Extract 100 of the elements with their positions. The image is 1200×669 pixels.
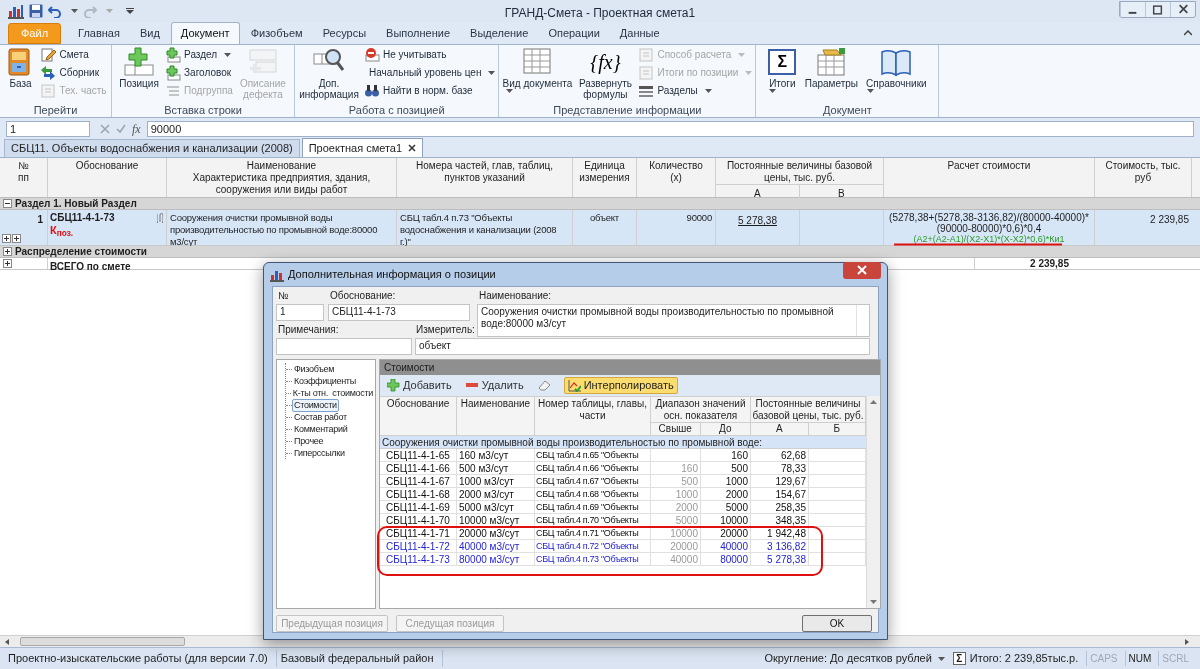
dialog-button[interactable]: OK bbox=[802, 615, 872, 632]
column-header[interactable]: Наименование Характеристика предприятия, здания, сооружения или виды работ bbox=[167, 158, 397, 197]
table-row[interactable]: СБЦ11-4-1-69 5000 м3/сут СБЦ табл.4 п.69 "Объекты 2000 5000 258,35 bbox=[380, 501, 866, 514]
column-header[interactable]: Постоянные величины базовой цены, тыс. руб. bbox=[751, 397, 865, 423]
tree-item[interactable]: Коэффициенты bbox=[292, 374, 358, 388]
customize-icon[interactable] bbox=[126, 8, 134, 14]
table-row[interactable] bbox=[0, 210, 1200, 246]
table-row[interactable]: СБЦ11-4-1-67 1000 м3/сут СБЦ табл.4 п.67 "Объекты 500 1000 129,67 bbox=[380, 475, 866, 488]
cell-reference-field[interactable]: 1 bbox=[6, 121, 90, 137]
column-header[interactable]: До bbox=[700, 423, 750, 435]
table-row[interactable]: СБЦ11-4-1-70 10000 м3/сут СБЦ табл.4 п.70 "Объекты 5000 10000 348,35 bbox=[380, 514, 866, 527]
ribbon-tab[interactable]: Операции bbox=[539, 23, 609, 44]
close-button[interactable] bbox=[843, 262, 881, 279]
ribbon-button[interactable]: База bbox=[4, 46, 37, 89]
input-field[interactable] bbox=[276, 338, 412, 355]
column-header[interactable]: В bbox=[799, 185, 883, 201]
column-header[interactable]: Диапазон значений осн. показателя bbox=[651, 397, 750, 423]
expand-icon[interactable] bbox=[3, 259, 12, 268]
column-header[interactable]: Наименование bbox=[457, 397, 535, 435]
ribbon-button[interactable]: Доп. информация bbox=[298, 46, 360, 100]
vertical-scrollbar[interactable] bbox=[866, 396, 880, 608]
column-header[interactable]: Обоснование bbox=[48, 158, 167, 197]
ribbon-button[interactable]: Смета bbox=[40, 46, 107, 63]
ribbon-button[interactable]: Начальный уровень цен bbox=[364, 64, 496, 81]
expand-icon[interactable] bbox=[12, 234, 21, 243]
tree-item[interactable]: К-ты отн. стоимости bbox=[290, 386, 375, 400]
scroll-up-icon[interactable] bbox=[870, 400, 877, 404]
document-tab[interactable]: СБЦ11. Объекты водоснабжения и канализации (2008) bbox=[4, 139, 300, 157]
column-header[interactable]: Единица измерения bbox=[573, 158, 637, 197]
field-label: Измеритель: bbox=[415, 323, 476, 337]
toolbar-button[interactable]: Добавить bbox=[383, 377, 456, 394]
ribbon-tab[interactable]: Физобъем bbox=[241, 23, 312, 44]
ribbon-button[interactable]: Раздел bbox=[165, 46, 233, 63]
save-icon[interactable] bbox=[29, 4, 43, 18]
scroll-down-icon[interactable] bbox=[870, 600, 877, 604]
expand-icon[interactable] bbox=[3, 247, 12, 256]
column-header[interactable]: Постоянные величины базовой цены, тыс. руб. bbox=[716, 158, 883, 185]
ribbon-button[interactable]: {fx} Развернуть формулы bbox=[576, 46, 635, 100]
ribbon-button[interactable]: Позиция bbox=[117, 46, 162, 89]
sum-button[interactable]: Σ bbox=[952, 652, 966, 665]
column-header[interactable]: Стоимость, тыс. руб bbox=[1095, 158, 1192, 197]
tree-item[interactable]: Состав работ bbox=[292, 410, 349, 424]
toolbar-button[interactable]: Удалить bbox=[461, 377, 528, 394]
tree-item[interactable]: Стоимости bbox=[292, 398, 339, 412]
ribbon-button[interactable]: Справочники bbox=[863, 46, 930, 93]
tree-item[interactable]: Комментарий bbox=[292, 422, 350, 436]
column-header[interactable]: А bbox=[751, 423, 809, 435]
table-row[interactable]: СБЦ11-4-1-71 20000 м3/сут СБЦ табл.4 п.71 "Объекты 10000 20000 1 942,48 bbox=[380, 527, 866, 540]
ribbon-tab[interactable]: Данные bbox=[610, 23, 669, 44]
column-header[interactable]: Обоснование bbox=[380, 397, 457, 435]
column-header[interactable]: Количество (x) bbox=[637, 158, 716, 197]
ribbon-tab[interactable]: Выделение bbox=[461, 23, 538, 44]
function-button[interactable]: fx bbox=[132, 120, 141, 138]
formula-field[interactable]: 90000 bbox=[146, 121, 1194, 137]
table-row[interactable]: СБЦ11-4-1-68 2000 м3/сут СБЦ табл.4 п.68 "Объекты 1000 2000 154,67 bbox=[380, 488, 866, 501]
tree-item[interactable]: Физобъем bbox=[292, 362, 337, 376]
expand-icon[interactable] bbox=[2, 234, 11, 243]
ribbon-tab[interactable]: Документ bbox=[170, 22, 240, 44]
input-field[interactable]: 1 bbox=[276, 304, 324, 321]
table-row[interactable]: СБЦ11-4-1-65 160 м3/сут СБЦ табл.4 п.65 "Объекты 160 62,68 bbox=[380, 449, 866, 462]
ribbon-collapse-icon[interactable] bbox=[1184, 30, 1192, 36]
scrollbar-thumb[interactable] bbox=[20, 637, 185, 646]
table-row[interactable]: СБЦ11-4-1-73 80000 м3/сут СБЦ табл.4 п.73 "Объекты 40000 80000 5 278,38 bbox=[380, 553, 866, 566]
table-cell: 20000 м3/сут bbox=[459, 528, 520, 539]
tree-item[interactable]: Прочее bbox=[292, 434, 326, 448]
input-field[interactable]: СБЦ11-4-1-73 bbox=[328, 304, 470, 321]
text-area[interactable]: Сооружения очистки промывной воды производительностью по промывной воде:80000 м3/сут bbox=[477, 304, 870, 337]
ribbon-button[interactable]: Не учитывать bbox=[364, 46, 496, 63]
collapse-icon[interactable] bbox=[3, 199, 12, 208]
section-title: Распределение стоимости bbox=[15, 246, 148, 257]
ribbon-tab[interactable]: Главная bbox=[69, 23, 129, 44]
input-field[interactable]: объект bbox=[415, 338, 870, 355]
ribbon-tab[interactable]: Ресурсы bbox=[313, 23, 376, 44]
ribbon-button[interactable]: Найти в норм. базе bbox=[364, 82, 496, 99]
column-header[interactable]: Свыше bbox=[651, 423, 701, 435]
column-header[interactable]: № пп bbox=[0, 158, 48, 197]
ribbon-button[interactable]: Заголовок bbox=[165, 64, 233, 81]
table-cell: 40000 bbox=[720, 541, 748, 552]
toolbar-button[interactable]: Интерполировать bbox=[563, 377, 678, 394]
rounding-dropdown[interactable]: Округление: До десятков рублей bbox=[764, 650, 949, 667]
column-header[interactable]: Расчет стоимости bbox=[884, 158, 1095, 197]
ribbon-tab[interactable]: Выполнение bbox=[377, 23, 460, 44]
undo-icon[interactable] bbox=[48, 4, 62, 18]
column-header[interactable]: Номер таблицы, главы, части bbox=[535, 397, 651, 435]
table-cell: СБЦ табл.4 п.72 "Объекты bbox=[536, 541, 639, 551]
check-icon[interactable] bbox=[116, 124, 126, 134]
table-cell: 40000 bbox=[670, 554, 698, 565]
tree-item[interactable]: Гиперссылки bbox=[292, 446, 347, 460]
ribbon-button[interactable]: Параметры bbox=[803, 46, 860, 89]
table-cell: СБЦ табл.4 п.65 "Объекты bbox=[536, 450, 639, 460]
ribbon-button[interactable]: Разделы bbox=[638, 82, 753, 99]
table-row[interactable]: СБЦ11-4-1-72 40000 м3/сут СБЦ табл.4 п.72 "Объекты 20000 40000 3 136,82 bbox=[380, 540, 866, 553]
table-row[interactable]: СБЦ11-4-1-66 500 м3/сут СБЦ табл.4 п.66 "Объекты 160 500 78,33 bbox=[380, 462, 866, 475]
column-header[interactable]: Б bbox=[808, 423, 865, 435]
ribbon-button[interactable]: Σ Итоги bbox=[765, 46, 800, 93]
ribbon-button[interactable]: Вид документа bbox=[502, 46, 573, 93]
column-header[interactable]: Номера частей, глав, таблиц, пунктов указаний bbox=[397, 158, 573, 197]
ribbon-button[interactable]: Сборник bbox=[40, 64, 107, 81]
ribbon-tab[interactable]: Вид bbox=[130, 23, 169, 44]
document-tab[interactable]: Проектная смета1 bbox=[301, 138, 424, 157]
